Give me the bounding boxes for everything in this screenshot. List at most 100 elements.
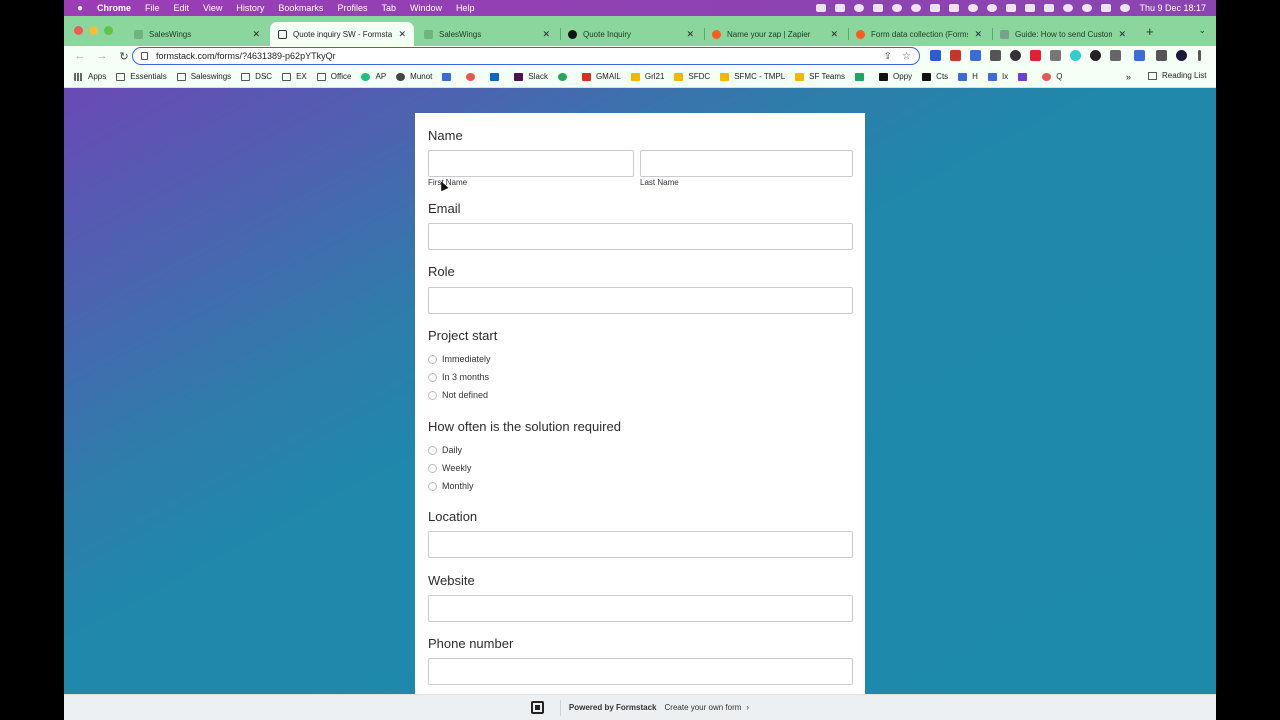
menu-profiles[interactable]: Profiles	[337, 3, 367, 13]
bookmark-gmail[interactable]: GMAIL	[581, 72, 621, 81]
back-arrow-icon[interactable]: ←	[74, 50, 86, 62]
bookmark-star-icon[interactable]: ☆	[902, 51, 911, 62]
radio-not-defined[interactable]: Not defined	[428, 390, 488, 400]
tab-zapier[interactable]: Name your zap | Zapier ✕	[704, 22, 846, 46]
extension-icon[interactable]	[1050, 50, 1061, 61]
shortcut-icon[interactable]	[949, 4, 960, 12]
grammarly-icon[interactable]	[1070, 50, 1081, 61]
extension-icon[interactable]	[950, 50, 961, 61]
extension-icon[interactable]	[1110, 50, 1121, 61]
tab-form-data-collection[interactable]: Form data collection (Forms ✕	[848, 22, 990, 46]
timer-icon[interactable]	[911, 4, 922, 12]
reload-icon[interactable]: ↻	[118, 50, 130, 63]
gmail-extension-icon[interactable]	[990, 50, 1001, 61]
extension-badge-icon[interactable]	[1134, 50, 1145, 61]
tab-guide[interactable]: Guide: How to send Custom ✕	[992, 22, 1134, 46]
extension-icon[interactable]	[1010, 50, 1021, 61]
spotlight-icon[interactable]	[1082, 4, 1093, 12]
formstack-logo-icon[interactable]	[530, 701, 544, 714]
chevron-right-icon[interactable]: ›	[746, 703, 749, 712]
block-icon[interactable]	[1090, 50, 1101, 61]
radio-in-3-months[interactable]: In 3 months	[428, 372, 489, 382]
siri-icon[interactable]	[1120, 4, 1131, 12]
close-tab-icon[interactable]: ✕	[1118, 29, 1126, 40]
share-icon[interactable]: ⇪	[884, 51, 892, 62]
extension-icon[interactable]	[970, 50, 981, 61]
extension-icon[interactable]	[930, 50, 941, 61]
email-input[interactable]	[428, 223, 853, 250]
close-window-button[interactable]	[74, 26, 83, 35]
screen-record-icon[interactable]	[816, 4, 827, 12]
menu-view[interactable]: View	[203, 3, 222, 13]
close-tab-icon[interactable]: ✕	[686, 29, 694, 40]
bookmark-oppy[interactable]: Oppy	[879, 72, 912, 81]
bookmarks-overflow-button[interactable]: »	[1126, 72, 1131, 82]
location-input[interactable]	[428, 531, 853, 558]
bookmark-apps[interactable]: Apps	[74, 72, 106, 81]
dropbox-icon[interactable]	[854, 4, 865, 12]
first-name-input[interactable]	[428, 150, 634, 177]
close-tab-icon[interactable]: ✕	[974, 29, 982, 40]
bookmark-q[interactable]: Q	[1042, 72, 1062, 81]
kebab-menu-icon[interactable]	[1198, 50, 1201, 61]
bookmark-ix[interactable]: Ix	[987, 72, 1008, 81]
bookmark-linkedin[interactable]	[490, 72, 504, 81]
forward-arrow-icon[interactable]: →	[96, 50, 108, 62]
bookmark-office[interactable]: Office	[316, 72, 351, 81]
loop-icon[interactable]	[892, 4, 903, 12]
bookmark-cts[interactable]: Cts	[922, 72, 948, 81]
radio-button[interactable]	[428, 390, 437, 400]
radio-button[interactable]	[428, 354, 437, 364]
bookmark-ex[interactable]: EX	[282, 72, 307, 81]
menu-tab[interactable]: Tab	[381, 3, 396, 13]
bookmark-h[interactable]: H	[958, 72, 978, 81]
reading-list-button[interactable]: Reading List	[1148, 71, 1206, 80]
bookmark-sfmc-tmpl[interactable]: SFMC - TMPL	[720, 72, 785, 81]
menu-file[interactable]: File	[145, 3, 160, 13]
control-center-icon[interactable]	[1101, 4, 1112, 12]
address-url[interactable]: formstack.com/forms/?4631389-p62pYTkyQr	[156, 51, 336, 61]
wifi-icon[interactable]	[1063, 4, 1074, 12]
bookmark-munot[interactable]: Munot	[396, 72, 432, 81]
chat-icon[interactable]	[873, 4, 884, 12]
tab-quote-inquiry-formstack[interactable]: Quote inquiry SW - Formstack ✕	[270, 22, 414, 46]
radio-daily[interactable]: Daily	[428, 445, 462, 455]
bookmark-green[interactable]	[557, 72, 572, 81]
radio-immediately[interactable]: Immediately	[428, 354, 491, 364]
bookmark-grl21[interactable]: Grl21	[630, 72, 664, 81]
minimize-window-button[interactable]	[89, 26, 98, 35]
zoom-window-button[interactable]	[104, 26, 113, 35]
menu-window[interactable]: Window	[410, 3, 442, 13]
menubar-clock[interactable]: Thu 9 Dec 18:17	[1139, 3, 1206, 13]
puzzle-icon[interactable]	[1156, 50, 1167, 61]
menu-help[interactable]: Help	[456, 3, 475, 13]
play-icon[interactable]	[968, 4, 979, 12]
powered-by-text[interactable]: Powered by Formstack	[569, 703, 657, 712]
create-form-link[interactable]: Create your own form	[665, 703, 742, 712]
trash-icon[interactable]	[930, 4, 941, 12]
bookmark-sf-teams[interactable]: SF Teams	[795, 72, 845, 81]
extension-icon[interactable]	[1030, 50, 1041, 61]
profile-avatar[interactable]	[1176, 50, 1187, 61]
phone-input[interactable]	[428, 658, 853, 685]
radio-button[interactable]	[428, 372, 437, 382]
bookmark-drive[interactable]	[855, 72, 869, 81]
menu-edit[interactable]: Edit	[174, 3, 190, 13]
tab-saleswings-1[interactable]: SalesWings ✕	[126, 22, 268, 46]
website-input[interactable]	[428, 595, 853, 622]
bookmark-saleswings[interactable]: Saleswings	[176, 72, 231, 81]
battery-icon[interactable]	[1044, 4, 1055, 12]
radio-weekly[interactable]: Weekly	[428, 463, 471, 473]
close-tab-icon[interactable]: ✕	[542, 29, 550, 40]
moon-icon[interactable]	[987, 4, 998, 12]
radio-monthly[interactable]: Monthly	[428, 481, 474, 491]
apple-icon[interactable]: ●	[70, 3, 90, 14]
tab-saleswings-2[interactable]: SalesWings ✕	[416, 22, 558, 46]
radio-button[interactable]	[428, 463, 437, 473]
close-tab-icon[interactable]: ✕	[398, 29, 406, 40]
bookmark-dsc[interactable]: DSC	[241, 72, 272, 81]
role-input[interactable]	[428, 287, 853, 314]
display-icon[interactable]	[1006, 4, 1017, 12]
close-tab-icon[interactable]: ✕	[252, 29, 260, 40]
bookmark-ap[interactable]: AP	[361, 72, 386, 81]
